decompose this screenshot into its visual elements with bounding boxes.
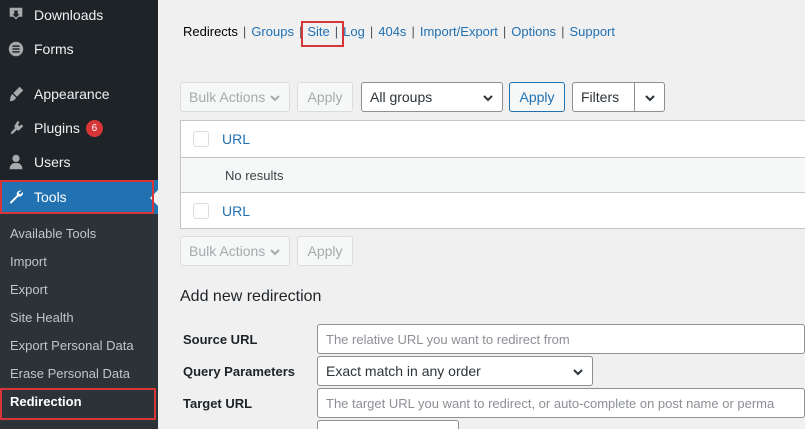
menu-label: Downloads [34, 7, 104, 23]
group-filter-select[interactable]: All groups [361, 82, 503, 112]
nav-log[interactable]: Log [343, 24, 365, 39]
chevron-down-icon [572, 365, 584, 377]
submenu-item-erase-personal-data[interactable]: Erase Personal Data [10, 364, 130, 384]
wrench-icon [6, 187, 26, 207]
bulk-apply-button[interactable]: Apply [297, 82, 353, 112]
redirection-nav: Redirects | Groups | Site | Log | 404s | Import/Ex… [183, 24, 615, 39]
table-footer-row: URL [181, 193, 805, 229]
bulk-apply-button-bottom[interactable]: Apply [297, 236, 353, 266]
source-url-label: Source URL [183, 332, 258, 347]
filters-dropdown[interactable]: Filters [572, 82, 665, 112]
forms-icon [6, 39, 26, 59]
tools-submenu: Available Tools Import Export Site Healt… [0, 214, 158, 429]
select-all-checkbox-footer[interactable] [193, 203, 209, 219]
menu-label: Appearance [34, 86, 110, 102]
menu-item-users[interactable]: Users [0, 145, 158, 179]
plugins-update-badge: 6 [85, 119, 103, 137]
query-parameters-select[interactable]: Exact match in any order [317, 356, 593, 386]
target-url-input[interactable]: The target URL you want to redirect, or … [317, 388, 805, 418]
chevron-down-icon [634, 83, 664, 111]
query-select-value: Exact match in any order [326, 363, 481, 379]
select-all-checkbox[interactable] [193, 131, 209, 147]
nav-404s[interactable]: 404s [378, 24, 406, 39]
bulk-actions-label: Bulk Actions [189, 243, 266, 259]
query-parameters-label: Query Parameters [183, 364, 296, 379]
submenu-item-import[interactable]: Import [10, 252, 47, 272]
chevron-down-icon [269, 245, 281, 257]
download-icon [6, 5, 26, 25]
add-redirection-title: Add new redirection [180, 288, 322, 305]
nav-site[interactable]: Site [307, 24, 329, 39]
menu-item-downloads[interactable]: Downloads [0, 0, 158, 32]
url-column-header[interactable]: URL [222, 131, 250, 147]
appearance-icon [6, 84, 26, 104]
submenu-item-export[interactable]: Export [10, 280, 48, 300]
admin-sidebar: Downloads Forms Appearance Plugins 6 Use… [0, 0, 158, 429]
target-url-label: Target URL [183, 396, 253, 411]
match-select[interactable] [317, 420, 459, 429]
current-menu-arrow [150, 190, 158, 206]
menu-item-appearance[interactable]: Appearance [0, 77, 158, 111]
bulk-actions-select[interactable]: Bulk Actions [180, 82, 290, 112]
nav-groups[interactable]: Groups [251, 24, 294, 39]
no-results-text: No results [225, 167, 284, 183]
main-content: Redirects | Groups | Site | Log | 404s | Import/Ex… [158, 0, 805, 429]
menu-item-plugins[interactable]: Plugins 6 [0, 111, 158, 145]
table-header-row: URL [181, 121, 805, 157]
menu-item-tools[interactable]: Tools [0, 180, 158, 214]
source-url-input[interactable]: The relative URL you want to redirect fr… [317, 324, 805, 354]
users-icon [6, 152, 26, 172]
submenu-item-site-health[interactable]: Site Health [10, 308, 74, 328]
apply-filter-button[interactable]: Apply [509, 82, 565, 112]
nav-support[interactable]: Support [569, 24, 615, 39]
submenu-item-available-tools[interactable]: Available Tools [10, 224, 96, 244]
menu-label: Users [34, 154, 71, 170]
filters-label: Filters [581, 89, 620, 105]
menu-item-forms[interactable]: Forms [0, 32, 158, 66]
nav-import-export[interactable]: Import/Export [420, 24, 498, 39]
nav-options[interactable]: Options [511, 24, 556, 39]
chevron-down-icon [269, 91, 281, 103]
plugins-icon [6, 118, 26, 138]
table-row: No results [181, 157, 805, 193]
menu-label: Plugins [34, 120, 80, 136]
url-column-footer[interactable]: URL [222, 203, 250, 219]
submenu-item-redirection[interactable]: Redirection [10, 392, 82, 412]
redirects-table: URL No results URL [180, 120, 805, 229]
menu-label: Forms [34, 41, 74, 57]
nav-redirects[interactable]: Redirects [183, 24, 238, 39]
bulk-actions-select-bottom[interactable]: Bulk Actions [180, 236, 290, 266]
chevron-down-icon [482, 91, 494, 103]
bulk-actions-label: Bulk Actions [189, 89, 266, 105]
submenu-item-export-personal-data[interactable]: Export Personal Data [10, 336, 134, 356]
group-select-value: All groups [370, 89, 433, 105]
menu-label: Tools [34, 189, 67, 205]
